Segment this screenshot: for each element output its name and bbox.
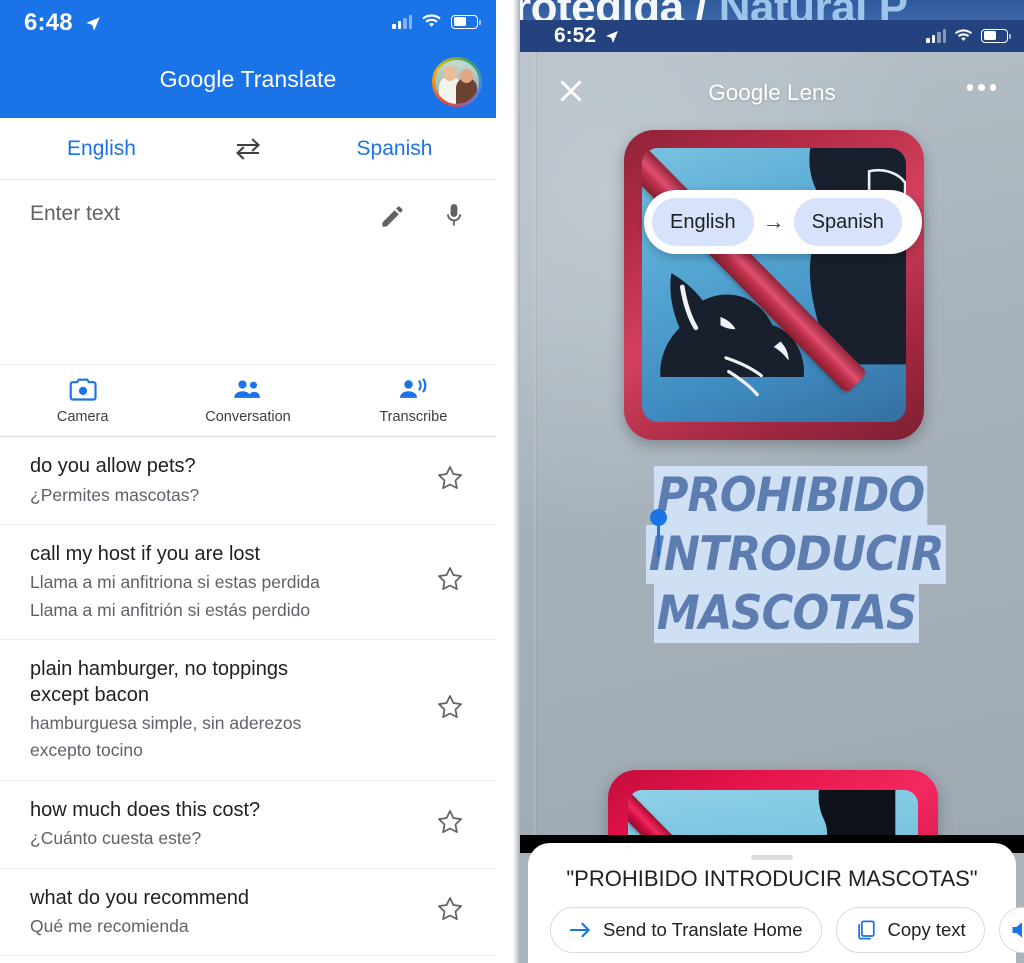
page-title: Google Translate: [0, 66, 496, 93]
phrase-source: how much does this cost?: [30, 798, 261, 821]
lens-title: Google Lens: [708, 80, 836, 105]
star-outline-icon[interactable]: [428, 693, 472, 726]
phrase-source: what do you recommend: [30, 886, 250, 909]
speaker-icon: [1012, 922, 1023, 938]
phrase-translation: ¿Permites mascotas?: [30, 484, 200, 505]
microphone-icon[interactable]: [442, 202, 466, 230]
list-item[interactable]: do you allow pets? ¿Permites mascotas?: [0, 437, 496, 525]
recognized-text: "PROHIBIDO INTRODUCIR MASCOTAS": [566, 866, 978, 891]
phrase-translation: Qué me recomienda: [30, 916, 189, 937]
sheet-actions: Send to Translate Home Copy text: [550, 907, 1024, 953]
translate-app-bar: Google Translate: [0, 48, 496, 118]
list-item[interactable]: what do you recommend Qué me recomienda: [0, 869, 496, 957]
handwriting-pen-icon[interactable]: [379, 203, 406, 230]
status-bar-indicators: [926, 28, 1011, 43]
listen-button[interactable]: [998, 907, 1024, 953]
lens-app-bar: Google Lens: [520, 52, 1024, 130]
ocr-line-1[interactable]: PROHIBIDO: [654, 466, 927, 525]
lens-status-bar: 6:52: [520, 20, 1024, 52]
app-title-google: Google: [159, 66, 235, 92]
lens-language-chip[interactable]: English → Spanish: [644, 190, 922, 254]
arrow-right-icon: [569, 922, 590, 938]
wall-seam: [534, 52, 537, 835]
source-language-button[interactable]: English: [0, 137, 203, 161]
send-to-translate-home-button[interactable]: Send to Translate Home: [550, 907, 822, 953]
copy-text-label: Copy text: [887, 919, 966, 940]
google-translate-panel: 6:48 Google Translate English Spanish En…: [0, 0, 496, 963]
status-bar-time: 6:48: [24, 9, 73, 36]
battery-icon: [981, 28, 1011, 43]
transcribe-icon: [400, 377, 427, 398]
app-title-rest: Translate: [234, 66, 337, 92]
result-bottom-sheet: "PROHIBIDO INTRODUCIR MASCOTAS" Send to …: [528, 843, 1024, 963]
no-pets-sign-secondary: [608, 770, 938, 835]
camera-icon: [69, 378, 97, 401]
conversation-people-icon: [234, 379, 260, 398]
language-selector-bar: English Spanish: [0, 118, 496, 180]
camera-viewfinder[interactable]: Google Lens English → Spanish PROHIBIDO …: [520, 52, 1024, 835]
more-options-icon[interactable]: [966, 84, 996, 91]
dog-silhouette-icon: [818, 790, 896, 835]
tab-camera-label: Camera: [56, 408, 109, 425]
sheet-drag-handle[interactable]: [751, 855, 793, 860]
star-outline-icon[interactable]: [428, 464, 472, 497]
status-bar-time: 6:52: [554, 24, 597, 47]
phrase-source: do you allow pets?: [30, 455, 196, 477]
tab-conversation-label: Conversation: [205, 408, 291, 425]
cellular-signal-icon: [926, 28, 946, 43]
no-pets-sign: [624, 130, 924, 440]
tab-transcribe[interactable]: Transcribe: [331, 365, 496, 436]
star-outline-icon[interactable]: [428, 895, 472, 928]
phrase-translation-alt: Llama a mi anfitrión si estás perdido: [30, 599, 311, 620]
text-input-area[interactable]: Enter text: [0, 180, 496, 365]
list-item[interactable]: call my host if you are lost Llama a mi …: [0, 525, 496, 640]
panel-divider: [496, 0, 520, 963]
swap-languages-icon[interactable]: [203, 136, 293, 160]
ocr-line-3[interactable]: MASCOTAS: [654, 584, 920, 643]
location-arrow-icon: [606, 31, 618, 43]
wifi-icon: [954, 28, 973, 41]
phrase-translation-alt: excepto tocino: [30, 740, 143, 761]
lens-source-language[interactable]: English: [652, 198, 754, 246]
lens-target-language[interactable]: Spanish: [793, 198, 902, 246]
phrase-translation: hamburguesa simple, sin aderezos: [30, 713, 302, 734]
list-item[interactable]: plain hamburger, no toppings except baco…: [0, 640, 496, 781]
arrow-right-icon: →: [762, 209, 785, 234]
google-lens-panel: rotegida / Natural P 6:52 Google Lens En…: [520, 0, 1024, 963]
copy-icon: [857, 920, 875, 940]
location-arrow-icon: [86, 17, 100, 31]
tab-conversation[interactable]: Conversation: [165, 365, 330, 436]
tab-camera[interactable]: Camera: [0, 365, 165, 436]
send-to-translate-home-label: Send to Translate Home: [603, 919, 803, 940]
list-item[interactable]: how much does this cost? ¿Cuánto cuesta …: [0, 781, 496, 869]
mode-tabs: Camera Conversation Transcribe: [0, 365, 496, 437]
star-outline-icon[interactable]: [428, 808, 472, 841]
tab-transcribe-label: Transcribe: [379, 408, 448, 425]
translate-status-bar: 6:48: [0, 0, 496, 48]
copy-text-button[interactable]: Copy text: [835, 907, 985, 953]
phrase-source: plain hamburger, no toppings except baco…: [30, 657, 288, 706]
search-input-placeholder: Enter text: [30, 202, 120, 225]
star-outline-icon[interactable]: [428, 565, 472, 598]
avatar[interactable]: [432, 57, 482, 107]
battery-icon: [451, 14, 481, 29]
wifi-icon: [422, 14, 441, 27]
cellular-signal-icon: [392, 14, 412, 29]
target-language-button[interactable]: Spanish: [293, 137, 496, 161]
phrase-translation: ¿Cuánto cuesta este?: [30, 828, 202, 849]
phrase-translation: Llama a mi anfitriona si estas perdida: [30, 572, 320, 593]
sign-inner: [628, 790, 918, 835]
status-bar-indicators: [392, 14, 481, 29]
phrase-source: call my host if you are lost: [30, 542, 261, 565]
ocr-line-2[interactable]: INTRODUCIR: [646, 525, 947, 584]
phrase-list: do you allow pets? ¿Permites mascotas? c…: [0, 437, 496, 957]
screenshot-root: 6:48 Google Translate English Spanish En…: [0, 0, 1024, 963]
selection-handle-start[interactable]: [650, 509, 667, 557]
